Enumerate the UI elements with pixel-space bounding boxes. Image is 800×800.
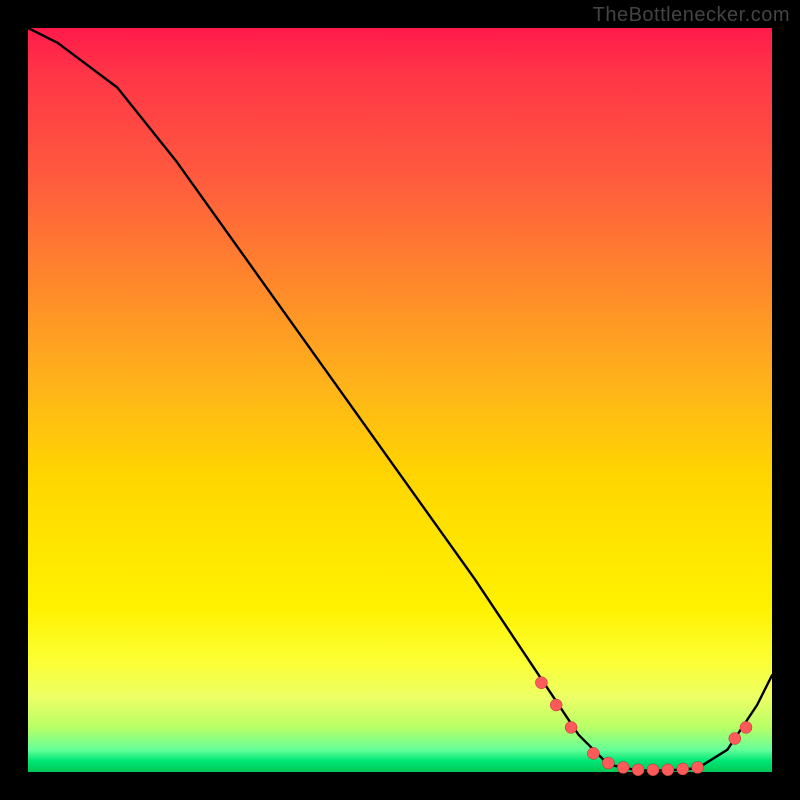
marker-group (535, 677, 752, 776)
chart-frame: TheBottlenecker.com (0, 0, 800, 800)
marker-point (677, 763, 689, 775)
marker-point (535, 677, 547, 689)
marker-point (602, 757, 614, 769)
marker-point (617, 762, 629, 774)
chart-overlay (28, 28, 772, 772)
watermark-text: TheBottlenecker.com (593, 4, 790, 27)
curve-line (28, 28, 772, 771)
plot-area (28, 28, 772, 772)
marker-point (729, 733, 741, 745)
marker-point (565, 721, 577, 733)
marker-point (647, 764, 659, 776)
marker-point (587, 747, 599, 759)
marker-point (550, 699, 562, 711)
marker-point (692, 762, 704, 774)
marker-point (632, 764, 644, 776)
marker-point (662, 764, 674, 776)
marker-point (740, 721, 752, 733)
